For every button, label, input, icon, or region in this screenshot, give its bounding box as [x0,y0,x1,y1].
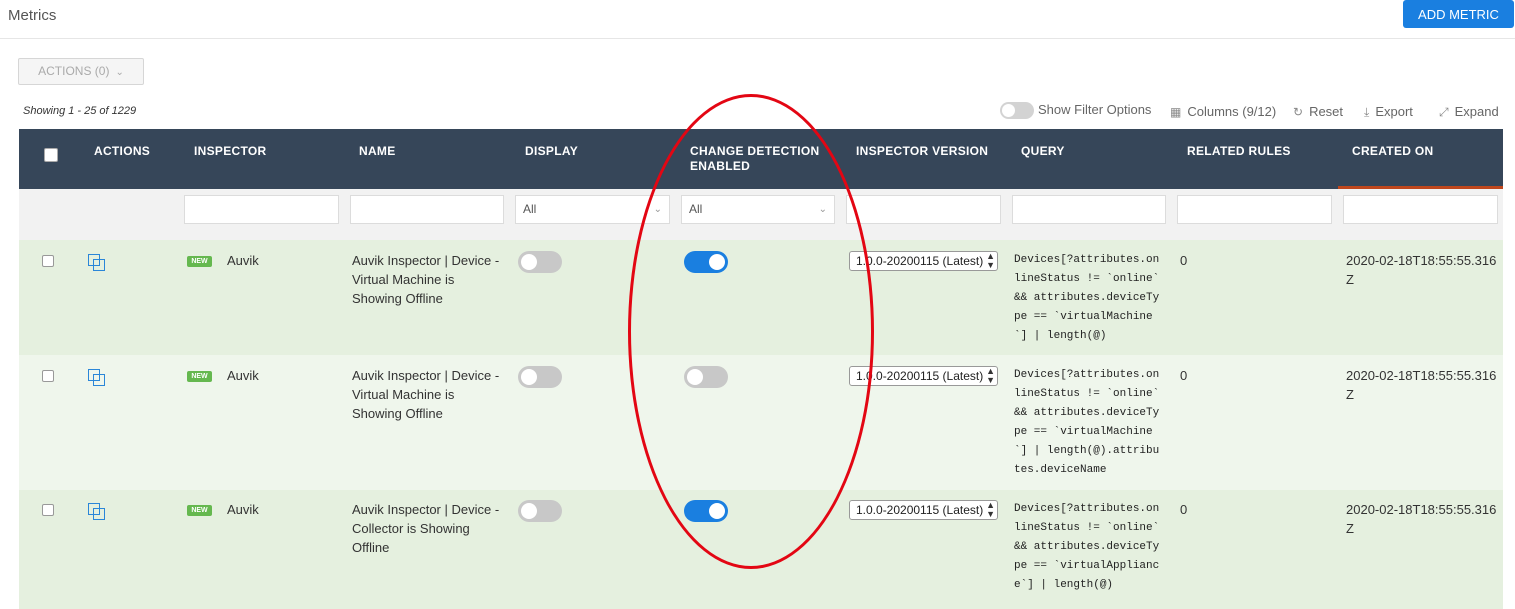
pagination-summary: Showing 1 - 25 of 1229 [23,105,137,117]
version-filter-input[interactable] [846,195,1001,224]
created-on-cell: 2020-02-18T18:55:55.316Z [1346,368,1497,402]
inspector-cell: Auvik [227,502,259,517]
display-toggle[interactable] [518,500,562,522]
expand-icon: ⤢ [1439,105,1449,119]
chevron-down-icon: ⌄ [115,67,124,78]
display-filter-value: All [523,202,537,216]
reset-label: Reset [1309,104,1344,119]
row-checkbox[interactable] [42,504,54,516]
inspector-filter-input[interactable] [184,195,339,224]
select-all-checkbox[interactable] [44,148,58,162]
query-cell: Devices[?attributes.onlineStatus != `onl… [1014,369,1160,476]
query-filter-input[interactable] [1012,195,1166,224]
version-select[interactable]: 1.0.0-20200115 (Latest) ▲ ▼ [849,500,998,520]
display-toggle[interactable] [518,366,562,388]
expand-button[interactable]: ⤢ Expand [1439,104,1499,120]
download-icon: ⤓ [1364,105,1370,119]
expand-label: Expand [1454,104,1499,119]
updown-arrow-icon: ▲ ▼ [986,251,995,270]
version-value: 1.0.0-20200115 (Latest) [856,503,984,517]
updown-arrow-icon: ▲ ▼ [986,500,995,519]
query-cell: Devices[?attributes.onlineStatus != `onl… [1014,503,1160,591]
export-button[interactable]: ⤓ Export [1364,104,1413,120]
display-toggle[interactable] [518,251,562,273]
refresh-icon: ↻ [1293,105,1304,119]
related-rules-filter-input[interactable] [1177,195,1332,224]
grid-icon: ▦ [1170,105,1182,119]
inspector-cell: Auvik [227,253,259,268]
filter-options-toggle[interactable] [1000,102,1034,119]
version-value: 1.0.0-20200115 (Latest) [856,254,984,268]
reset-button[interactable]: ↻ Reset [1293,104,1343,119]
name-cell: Auvik Inspector | Device - Virtual Machi… [352,253,500,306]
highlight-annotation-ellipse [628,94,874,569]
related-rules-cell: 0 [1180,368,1188,383]
columns-label: Columns (9/12) [1187,104,1277,119]
copy-icon[interactable] [88,369,105,386]
new-badge: NEW [187,371,212,382]
copy-icon[interactable] [88,503,105,520]
created-on-cell: 2020-02-18T18:55:55.316Z [1346,502,1497,536]
columns-button[interactable]: ▦ Columns (9/12) [1170,104,1276,119]
actions-dropdown-button[interactable]: ACTIONS (0) ⌄ [18,58,144,85]
column-header-inspector[interactable]: INSPECTOR [194,144,267,159]
created-on-filter-input[interactable] [1343,195,1498,224]
column-header-query[interactable]: QUERY [1021,144,1065,159]
row-checkbox[interactable] [42,255,54,267]
column-header-related-rules[interactable]: RELATED RULES [1187,144,1291,159]
column-header-actions[interactable]: ACTIONS [94,144,150,159]
updown-arrow-icon: ▲ ▼ [986,366,995,385]
copy-icon[interactable] [88,254,105,271]
column-header-created-on[interactable]: CREATED ON [1352,144,1433,159]
column-header-inspector-version[interactable]: INSPECTOR VERSION [856,144,988,159]
filter-options-label: Show Filter Options [1038,102,1152,117]
version-select[interactable]: 1.0.0-20200115 (Latest) ▲ ▼ [849,251,998,271]
related-rules-cell: 0 [1180,253,1188,268]
query-cell: Devices[?attributes.onlineStatus != `onl… [1014,254,1160,342]
created-on-cell: 2020-02-18T18:55:55.316Z [1346,253,1497,287]
name-filter-input[interactable] [350,195,504,224]
top-bar: Metrics [0,0,1515,39]
inspector-cell: Auvik [227,368,259,383]
name-cell: Auvik Inspector | Device - Virtual Machi… [352,368,500,421]
related-rules-cell: 0 [1180,502,1188,517]
actions-label: ACTIONS (0) [38,64,110,78]
name-cell: Auvik Inspector | Device - Collector is … [352,502,500,555]
export-label: Export [1375,104,1413,119]
new-badge: NEW [187,256,212,267]
row-checkbox[interactable] [42,370,54,382]
column-header-display[interactable]: DISPLAY [525,144,578,159]
column-header-name[interactable]: NAME [359,144,396,159]
version-value: 1.0.0-20200115 (Latest) [856,369,984,383]
page-title: Metrics [8,7,57,24]
new-badge: NEW [187,505,212,516]
add-metric-button[interactable]: ADD METRIC [1403,0,1514,28]
toggle-knob [1002,104,1015,117]
